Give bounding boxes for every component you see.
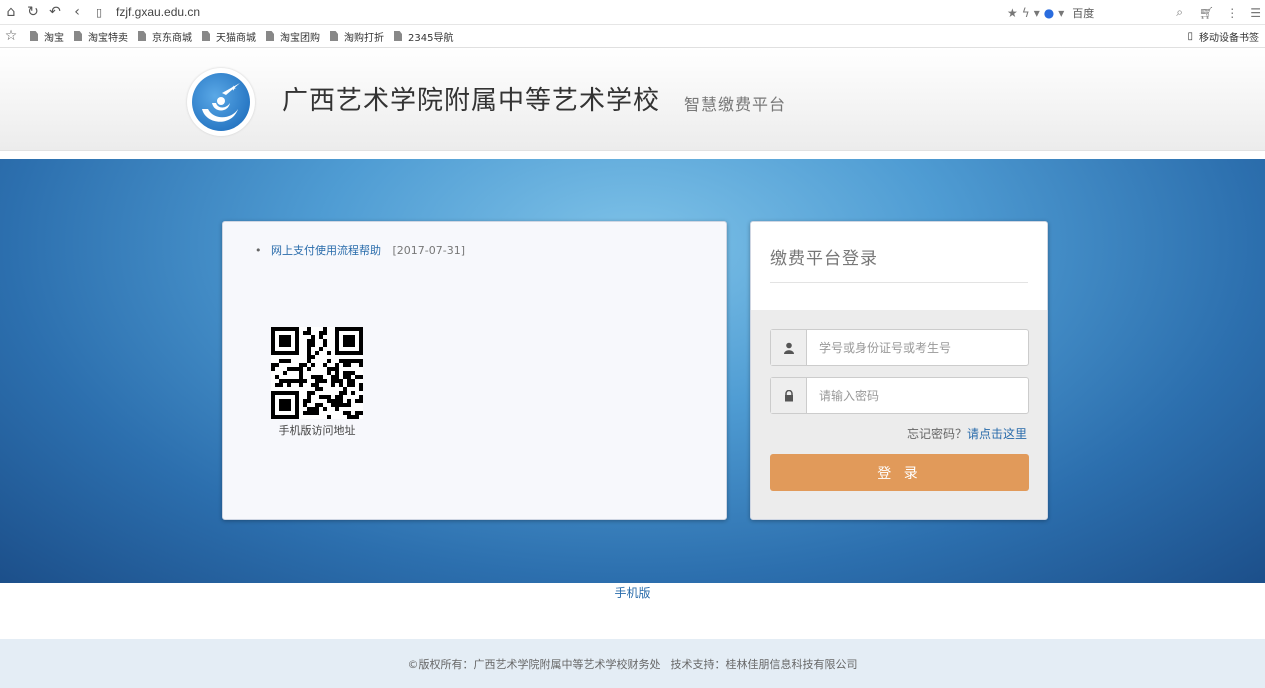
forgot-label: 忘记密码？: [906, 427, 967, 441]
bookmark-item[interactable]: 淘宝: [30, 29, 64, 44]
page-icon: ▯: [95, 5, 103, 19]
password-field: [770, 377, 1029, 414]
search-icon[interactable]: ⌕: [1176, 5, 1183, 20]
bookmark-item[interactable]: 淘宝团购: [266, 29, 320, 44]
bookmark-item[interactable]: 淘宝特卖: [74, 29, 128, 44]
bookmark-item[interactable]: 天猫商城: [202, 29, 256, 44]
qr-caption: 手机版访问地址: [278, 424, 356, 437]
star-icon[interactable]: ★: [1007, 6, 1018, 20]
mobile-bookmarks[interactable]: ▯ 移动设备书签: [1187, 25, 1259, 48]
document-icon: [394, 31, 402, 41]
browser-toolbar: ⌂ ↻ ↶ ‹ ▯ fzjf.gxau.edu.cn ★ ϟ ▾ ● ▾ 百度 …: [0, 0, 1265, 25]
bookmarks-bar: ☆ 淘宝 淘宝特卖 京东商城 天猫商城 淘宝团购 淘购打折 2345导航 ▯ 移…: [0, 25, 1265, 48]
platform-name: 智慧缴费平台: [684, 95, 787, 114]
back-icon[interactable]: ‹: [66, 1, 88, 23]
document-icon: [30, 31, 38, 41]
address-bar[interactable]: fzjf.gxau.edu.cn: [116, 5, 200, 19]
login-panel: 缴费平台登录 忘记密码？请点击这里 登 录: [750, 221, 1048, 520]
news-date: [2017-07-31]: [392, 244, 466, 257]
search-engine-label[interactable]: 百度: [1072, 5, 1132, 21]
document-icon: [202, 31, 210, 41]
site-header: ✦ 广西艺术学院附属中等艺术学校 智慧缴费平台: [0, 48, 1265, 151]
divider: [770, 282, 1028, 283]
more-icon[interactable]: ⋮: [1226, 6, 1238, 20]
news-item: • 网上支付使用流程帮助 [2017-07-31]: [255, 242, 465, 258]
hero-banner: • 网上支付使用流程帮助 [2017-07-31] 手机版访问地址 缴费平台登录: [0, 159, 1265, 583]
mobile-version-anchor[interactable]: 手机版: [614, 586, 650, 600]
search-engine-dropdown-icon[interactable]: ▾: [1058, 6, 1064, 20]
copyright-text: ©版权所有：广西艺术学院附属中等艺术学校财务处: [407, 657, 661, 671]
forgot-password-link[interactable]: 请点击这里: [967, 427, 1027, 441]
bookmark-item[interactable]: 淘购打折: [330, 29, 384, 44]
news-link[interactable]: 网上支付使用流程帮助: [271, 244, 381, 257]
username-input[interactable]: [807, 330, 1028, 365]
menu-icon[interactable]: ☰: [1250, 6, 1261, 20]
bookmark-item[interactable]: 2345导航: [394, 29, 453, 44]
password-input[interactable]: [807, 378, 1028, 413]
forgot-password: 忘记密码？请点击这里: [907, 425, 1027, 442]
qr-code: [271, 327, 363, 419]
bullet: •: [255, 244, 262, 257]
undo-icon[interactable]: ↶: [44, 1, 66, 23]
news-panel: • 网上支付使用流程帮助 [2017-07-31] 手机版访问地址: [222, 221, 727, 520]
school-logo: ✦: [187, 68, 255, 136]
phone-icon: ▯: [1187, 31, 1193, 42]
username-field: [770, 329, 1029, 366]
cart-icon[interactable]: 🛒︎: [1199, 6, 1214, 20]
login-title: 缴费平台登录: [770, 249, 878, 269]
user-icon: [771, 330, 807, 365]
dropdown-icon[interactable]: ▾: [1034, 6, 1040, 20]
svg-text:✦: ✦: [230, 84, 237, 93]
document-icon: [74, 31, 82, 41]
school-name: 广西艺术学院附属中等艺术学校: [282, 86, 661, 116]
lock-icon: [771, 378, 807, 413]
lightning-icon[interactable]: ϟ: [1022, 6, 1030, 20]
document-icon: [330, 31, 338, 41]
document-icon: [138, 31, 146, 41]
footer: ©版权所有：广西艺术学院附属中等艺术学校财务处 技术支持：桂林佳朋信息科技有限公…: [0, 639, 1265, 688]
paw-icon[interactable]: ●: [1044, 6, 1054, 20]
document-icon: [266, 31, 274, 41]
bookmark-star-icon[interactable]: ☆: [0, 25, 22, 47]
refresh-icon[interactable]: ↻: [22, 1, 44, 23]
home-icon[interactable]: ⌂: [0, 1, 22, 23]
support-text: 技术支持：桂林佳朋信息科技有限公司: [670, 657, 858, 671]
bookmark-item[interactable]: 京东商城: [138, 29, 192, 44]
login-button[interactable]: 登 录: [770, 454, 1029, 491]
mobile-version-link: 手机版: [0, 584, 1265, 601]
